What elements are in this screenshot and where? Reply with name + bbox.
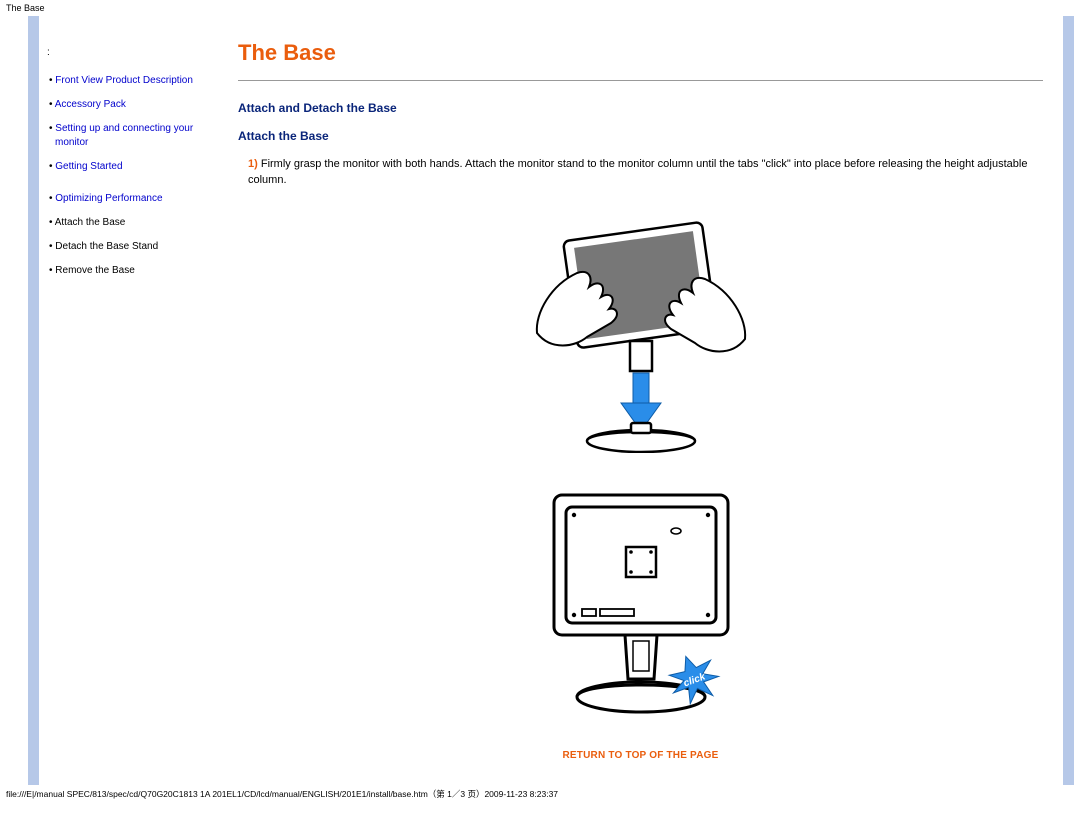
step-number: 1) (248, 158, 258, 170)
left-stripe (28, 16, 39, 785)
header-label: The Base (0, 0, 1080, 16)
sidebar-link[interactable]: Setting up and connecting your monitor (55, 123, 193, 148)
sidebar-item-remove-base[interactable]: Remove the Base (47, 264, 220, 278)
sidebar-item-setting-up[interactable]: Setting up and connecting your monitor (47, 122, 220, 150)
sidebar: : Front View Product Description Accesso… (39, 16, 224, 785)
sidebar-colon: : (47, 47, 50, 58)
sidebar-item-attach-base[interactable]: Attach the Base (47, 216, 220, 230)
sidebar-item-optimizing[interactable]: Optimizing Performance (47, 192, 220, 206)
sidebar-label: Remove the Base (55, 265, 135, 276)
sidebar-link[interactable]: Accessory Pack (55, 99, 126, 110)
return-to-top-link[interactable]: RETURN TO TOP OF THE PAGE (563, 750, 719, 761)
figure-attach-monitor-to-base (531, 213, 751, 453)
footer-path: file:///E|/manual SPEC/813/spec/cd/Q70G2… (0, 785, 1080, 801)
step-text: Firmly grasp the monitor with both hands… (248, 158, 1027, 186)
figure-monitor-click-into-base: click (526, 481, 756, 721)
sidebar-list: Front View Product Description Accessory… (47, 74, 220, 278)
subtitle-attach-detach: Attach and Detach the Base (238, 101, 1043, 115)
sidebar-label: Attach the Base (55, 217, 126, 228)
main-content: The Base Attach and Detach the Base Atta… (224, 16, 1063, 785)
sidebar-item-detach-base[interactable]: Detach the Base Stand (47, 240, 220, 254)
page-title: The Base (238, 40, 1043, 66)
step-1: 1) Firmly grasp the monitor with both ha… (238, 157, 1043, 189)
right-stripe (1063, 16, 1074, 785)
return-to-top[interactable]: RETURN TO TOP OF THE PAGE (238, 749, 1043, 761)
sidebar-item-accessory-pack[interactable]: Accessory Pack (47, 98, 220, 112)
sidebar-link[interactable]: Getting Started (55, 161, 122, 172)
subtitle-attach-base: Attach the Base (238, 129, 1043, 143)
page-container: : Front View Product Description Accesso… (0, 16, 1080, 785)
sidebar-item-front-view[interactable]: Front View Product Description (47, 74, 220, 88)
sidebar-link[interactable]: Front View Product Description (55, 75, 193, 86)
sidebar-link[interactable]: Optimizing Performance (55, 193, 162, 204)
sidebar-item-getting-started[interactable]: Getting Started (47, 160, 220, 174)
divider (238, 80, 1043, 81)
sidebar-label: Detach the Base Stand (55, 241, 158, 252)
illustrations: click (238, 213, 1043, 721)
